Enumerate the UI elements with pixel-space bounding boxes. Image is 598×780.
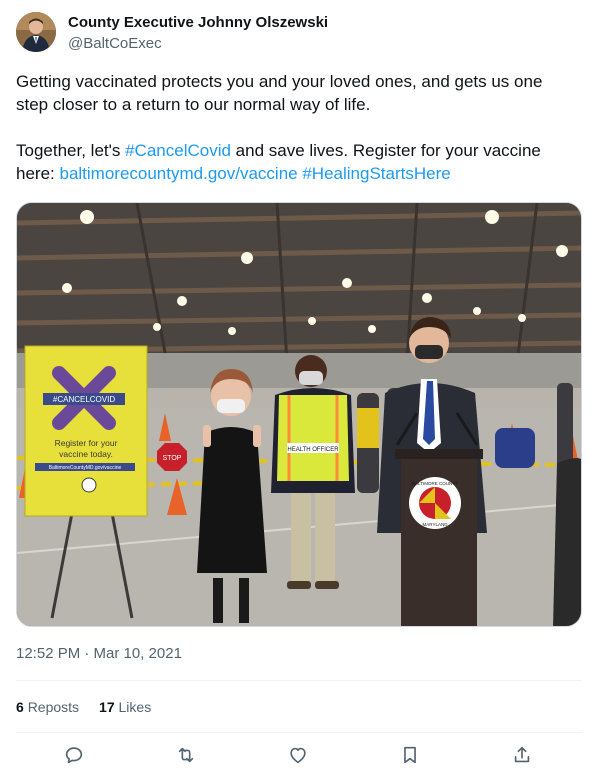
- tweet-header: County Executive Johnny Olszewski @BaltC…: [16, 12, 328, 54]
- vest-label: HEALTH OFFICER: [287, 447, 339, 453]
- author-display-name[interactable]: County Executive Johnny Olszewski: [68, 14, 328, 32]
- tweet-timestamp[interactable]: 12:52 PM · Mar 10, 2021: [16, 644, 182, 664]
- divider: [16, 680, 582, 681]
- stop-sign-text: STOP: [163, 455, 182, 462]
- tweet-photo[interactable]: #CANCELCOVID Register for your vaccine t…: [16, 202, 582, 627]
- vaccination-site-photo: #CANCELCOVID Register for your vaccine t…: [17, 203, 581, 626]
- share-icon: [514, 746, 530, 763]
- heart-icon: [290, 747, 306, 764]
- tweet-text-segment: Together, let's: [16, 141, 126, 160]
- likes-stat[interactable]: 17 Likes: [99, 697, 151, 717]
- tweet-text: Getting vaccinated protects you and your…: [16, 70, 576, 185]
- sign-badge-text: #CANCELCOVID: [53, 395, 115, 404]
- bookmark-button[interactable]: [399, 744, 421, 766]
- divider: [16, 732, 582, 733]
- reposts-label: Reposts: [27, 699, 80, 715]
- hashtag-link-cancelcovid[interactable]: #CancelCovid: [125, 141, 231, 160]
- tweet-paragraph-2: Together, let's #CancelCovid and save li…: [16, 139, 576, 185]
- sign-url: BaltimoreCountyMD.gov/vaccine: [49, 465, 122, 471]
- repost-button[interactable]: [175, 744, 197, 766]
- avatar-image: [16, 12, 56, 52]
- reposts-count: 6: [16, 699, 24, 715]
- tweet-card: County Executive Johnny Olszewski @BaltC…: [0, 0, 598, 780]
- reposts-stat[interactable]: 6 Reposts: [16, 697, 79, 717]
- seal-bottom-text: MARYLAND: [423, 522, 449, 527]
- sign-line-2: vaccine today.: [59, 449, 113, 459]
- author-handle[interactable]: @BaltCoExec: [68, 34, 328, 54]
- avatar[interactable]: [16, 12, 56, 52]
- reply-icon: [65, 747, 83, 764]
- repost-icon: [178, 747, 194, 763]
- likes-count: 17: [99, 699, 115, 715]
- seal-top-text: BALTIMORE COUNTY: [412, 481, 458, 486]
- tweet-paragraph-1: Getting vaccinated protects you and your…: [16, 72, 543, 114]
- engagement-stats: 6 Reposts 17 Likes: [16, 697, 171, 717]
- sign-line-1: Register for your: [55, 438, 118, 448]
- share-button[interactable]: [511, 744, 533, 766]
- bookmark-icon: [404, 746, 416, 764]
- like-button[interactable]: [287, 744, 309, 766]
- url-link-vaccine[interactable]: baltimorecountymd.gov/vaccine: [59, 164, 297, 183]
- reply-button[interactable]: [63, 744, 85, 766]
- hashtag-link-healingstartshere[interactable]: #HealingStartsHere: [302, 164, 450, 183]
- action-bar: [0, 744, 598, 770]
- likes-label: Likes: [118, 699, 152, 715]
